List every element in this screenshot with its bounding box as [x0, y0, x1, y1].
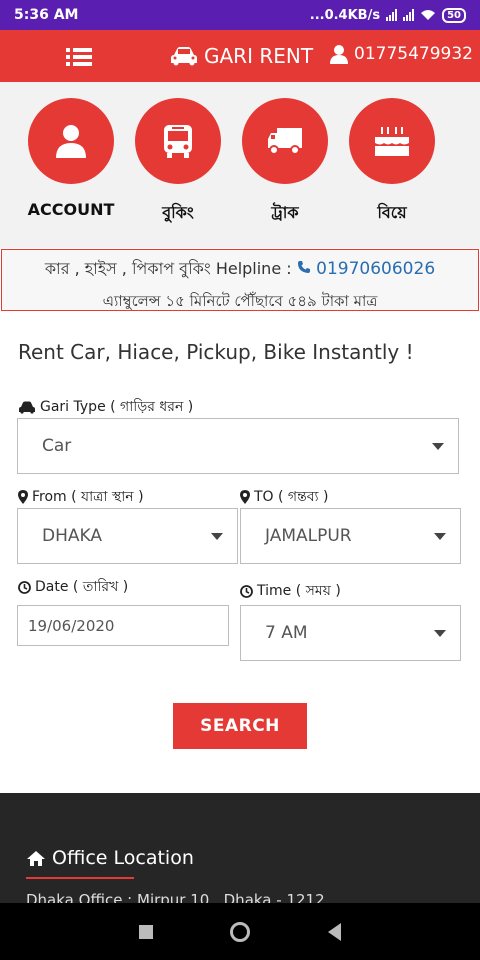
- map-marker-icon: [18, 490, 28, 504]
- car-icon: [171, 47, 197, 66]
- office-location-title: Office Location: [52, 847, 194, 869]
- truck-icon: [268, 128, 302, 155]
- status-indicators: ...0.4KB/s 50: [309, 7, 466, 23]
- cake-icon: [375, 127, 409, 156]
- header-phone: 01775479932: [354, 44, 473, 64]
- home-icon: [27, 850, 45, 866]
- chevron-down-icon: [432, 443, 444, 450]
- system-nav-bar: [0, 903, 480, 960]
- user-icon: [330, 45, 348, 64]
- car-icon: [19, 401, 35, 414]
- battery-icon: 50: [442, 7, 466, 23]
- from-label: From ( যাত্রা স্থান ): [18, 485, 144, 509]
- time-label-text: Time ( সময় ): [257, 583, 341, 599]
- category-label: ACCOUNT: [27, 200, 115, 219]
- time-label: Time ( সময় ): [240, 579, 341, 603]
- gari-type-select[interactable]: Car: [17, 418, 459, 474]
- to-label: TO ( গন্তব্য ): [240, 485, 329, 509]
- user-icon: [56, 125, 86, 158]
- heading-underline: [26, 877, 134, 879]
- category-truck-circle: [242, 98, 328, 184]
- from-select[interactable]: DHAKA: [17, 508, 238, 564]
- to-select[interactable]: JAMALPUR: [240, 508, 461, 564]
- wifi-icon: [421, 10, 436, 20]
- signal-icon: [386, 9, 398, 21]
- footer: Office Location Dhaka Office : Mirpur 10…: [0, 793, 480, 909]
- date-input[interactable]: 19/06/2020: [17, 605, 229, 646]
- signal-icon: [403, 9, 415, 21]
- office-location-heading: Office Location: [26, 847, 194, 869]
- menu-icon[interactable]: [66, 47, 92, 67]
- header-phone-link[interactable]: 01775479932: [330, 44, 473, 64]
- brand-name: GARI RENT: [204, 44, 314, 68]
- chevron-down-icon: [211, 533, 223, 540]
- network-speed: ...0.4KB/s: [309, 7, 381, 23]
- form-title: Rent Car, Hiace, Pickup, Bike Instantly …: [18, 340, 414, 364]
- category-label: বিয়ে: [377, 203, 407, 222]
- helpline-text: কার , হাইস , পিকাপ বুকিং Helpline :: [44, 259, 292, 278]
- category-account-circle: [28, 98, 114, 184]
- helpline-line: কার , হাইস , পিকাপ বুকিং Helpline : 0197…: [2, 256, 478, 283]
- category-booking-circle: [135, 98, 221, 184]
- gari-type-value: Car: [42, 436, 72, 456]
- helpline-number-text: 01970606026: [316, 259, 436, 279]
- category-label: ট্রাক: [271, 203, 299, 222]
- time-select[interactable]: 7 AM: [240, 605, 461, 661]
- category-label: বুকিং: [162, 203, 194, 222]
- time-value: 7 AM: [265, 623, 308, 643]
- brand-link[interactable]: GARI RENT: [170, 44, 313, 68]
- back-icon[interactable]: [328, 922, 342, 941]
- gari-type-label-text: Gari Type ( গাড়ির ধরন ): [40, 399, 194, 415]
- category-account[interactable]: ACCOUNT: [26, 98, 116, 219]
- from-label-text: From ( যাত্রা স্থান ): [32, 489, 144, 505]
- status-bar: 5:36 AM ...0.4KB/s 50: [0, 0, 480, 30]
- helpline-number[interactable]: 01970606026: [297, 259, 435, 279]
- chevron-down-icon: [434, 533, 446, 540]
- gari-type-label: Gari Type ( গাড়ির ধরন ): [18, 395, 193, 419]
- app-header: GARI RENT 01775479932: [0, 30, 480, 82]
- date-label-text: Date ( তারিখ ): [35, 579, 129, 595]
- date-value: 19/06/2020: [28, 616, 115, 635]
- to-value: JAMALPUR: [265, 526, 352, 546]
- category-wedding[interactable]: বিয়ে: [347, 98, 437, 227]
- date-label: Date ( তারিখ ): [18, 575, 128, 599]
- helpline-notice: কার , হাইস , পিকাপ বুকিং Helpline : 0197…: [1, 249, 479, 311]
- category-booking[interactable]: বুকিং: [133, 98, 223, 227]
- category-wedding-circle: [349, 98, 435, 184]
- clock-icon: [18, 580, 31, 594]
- status-time: 5:36 AM: [14, 7, 79, 23]
- bus-icon: [164, 125, 192, 158]
- search-button[interactable]: SEARCH: [173, 703, 307, 749]
- to-label-text: TO ( গন্তব্য ): [254, 489, 329, 505]
- ambulance-text: এ্যাম্বুলেন্স ১৫ মিনিটে পৌঁছাবে ৫৪৯ টাকা…: [102, 292, 378, 310]
- map-marker-icon: [240, 490, 250, 504]
- home-button-icon[interactable]: [230, 921, 251, 942]
- from-value: DHAKA: [42, 526, 102, 546]
- clock-icon: [240, 584, 253, 598]
- recents-icon[interactable]: [138, 924, 153, 939]
- category-row: ACCOUNT বুকিং ট্রাক বিয়ে: [0, 82, 480, 248]
- chevron-down-icon: [434, 630, 446, 637]
- category-truck[interactable]: ট্রাক: [240, 98, 330, 227]
- phone-icon: [297, 261, 310, 273]
